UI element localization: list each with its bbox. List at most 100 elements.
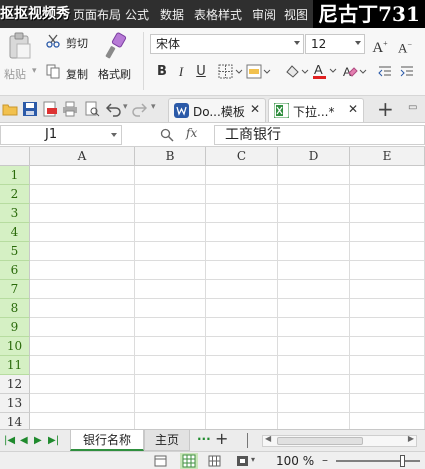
tab-label: Do...模板 bbox=[193, 105, 245, 119]
chevron-down-icon bbox=[355, 41, 361, 45]
tab-spreadsheet[interactable]: 下拉...* ✕ bbox=[268, 98, 364, 122]
row-header-3[interactable]: 3 bbox=[0, 204, 30, 223]
normal-view-icon[interactable] bbox=[154, 455, 167, 467]
shrink-font-button[interactable]: A− bbox=[396, 36, 414, 55]
grid-line bbox=[30, 279, 425, 280]
undo-icon[interactable] bbox=[106, 101, 122, 117]
row-header-6[interactable]: 6 bbox=[0, 261, 30, 280]
column-header-b[interactable]: B bbox=[135, 147, 206, 166]
increase-indent-icon[interactable] bbox=[400, 65, 414, 79]
horizontal-scrollbar[interactable]: ◀ ▶ bbox=[262, 434, 417, 447]
close-icon[interactable]: ✕ bbox=[348, 102, 358, 116]
column-header-c[interactable]: C bbox=[206, 147, 278, 166]
font-name-select[interactable]: 宋体 bbox=[150, 34, 304, 54]
merge-cells-icon[interactable] bbox=[246, 64, 272, 80]
sheet-tabs-bar: |◀ ◀ ▶ ▶| 银行名称 主页 ··· + ◀ ▶ bbox=[0, 429, 425, 451]
format-painter-button[interactable]: 格式刷 bbox=[98, 66, 131, 82]
zoom-level[interactable]: 100 % bbox=[276, 454, 314, 468]
cell-reference: J1 bbox=[45, 127, 58, 142]
menu-view[interactable]: 视图 bbox=[284, 6, 308, 23]
sheet-tab-home[interactable]: 主页 bbox=[144, 430, 190, 451]
column-header-d[interactable]: D bbox=[278, 147, 350, 166]
row-header-11[interactable]: 11 bbox=[0, 356, 30, 375]
row-header-2[interactable]: 2 bbox=[0, 185, 30, 204]
bold-button[interactable]: B bbox=[153, 63, 171, 81]
formula-input[interactable]: 工商银行 bbox=[214, 125, 425, 145]
italic-button[interactable]: I bbox=[172, 63, 190, 81]
paste-dropdown-icon[interactable]: ▾ bbox=[32, 66, 37, 76]
row-header-13[interactable]: 13 bbox=[0, 394, 30, 413]
prev-sheet-icon[interactable]: ◀ bbox=[20, 435, 28, 446]
copy-button[interactable]: 复制 bbox=[66, 66, 88, 82]
borders-icon[interactable] bbox=[218, 64, 244, 80]
tab-splitter[interactable] bbox=[247, 433, 248, 448]
row-header-9[interactable]: 9 bbox=[0, 318, 30, 337]
grid-line bbox=[30, 222, 425, 223]
menu-data[interactable]: 数据 bbox=[160, 6, 184, 23]
scroll-right-icon[interactable]: ▶ bbox=[408, 434, 414, 443]
menu-review[interactable]: 审阅 bbox=[252, 6, 276, 23]
tab-document-template[interactable]: Do...模板 ✕ bbox=[168, 98, 266, 122]
print-preview-icon[interactable] bbox=[84, 101, 100, 117]
font-size-select[interactable]: 12 bbox=[305, 34, 365, 54]
view-dropdown-icon[interactable]: ▾ bbox=[251, 455, 255, 464]
first-sheet-icon[interactable]: |◀ bbox=[4, 435, 15, 446]
undo-dropdown-icon[interactable]: ▾ bbox=[123, 102, 128, 112]
formula-bar: J1 fx 工商银行 bbox=[0, 123, 425, 147]
menu-page-layout[interactable]: 页面布局 bbox=[73, 6, 121, 23]
page-layout-view-icon[interactable] bbox=[208, 455, 221, 467]
cut-button[interactable]: 剪切 bbox=[66, 35, 88, 51]
more-sheets-button[interactable]: ··· bbox=[197, 432, 211, 446]
tab-list-icon[interactable]: ▭ bbox=[408, 102, 417, 113]
quick-access-more-icon[interactable]: ▾ bbox=[151, 102, 156, 112]
row-header-1[interactable]: 1 bbox=[0, 166, 30, 185]
export-pdf-icon[interactable] bbox=[42, 101, 58, 117]
scroll-left-icon[interactable]: ◀ bbox=[265, 434, 271, 443]
grid-line bbox=[30, 336, 425, 337]
column-header-e[interactable]: E bbox=[350, 147, 425, 166]
row-header-8[interactable]: 8 bbox=[0, 299, 30, 318]
zoom-slider-thumb[interactable] bbox=[400, 455, 405, 467]
zoom-search-icon[interactable] bbox=[160, 128, 174, 142]
row-header-7[interactable]: 7 bbox=[0, 280, 30, 299]
close-icon[interactable]: ✕ bbox=[250, 102, 260, 116]
add-sheet-button[interactable]: + bbox=[215, 429, 228, 448]
fullscreen-view-icon[interactable] bbox=[236, 455, 249, 467]
scrollbar-thumb[interactable] bbox=[277, 437, 363, 445]
menu-table-style[interactable]: 表格样式 bbox=[194, 6, 242, 23]
redo-icon[interactable] bbox=[131, 101, 147, 117]
page-break-view-icon[interactable] bbox=[180, 453, 198, 469]
font-color-icon[interactable]: A bbox=[312, 62, 338, 81]
paste-icon[interactable] bbox=[8, 32, 32, 60]
status-bar: ▾ 100 % – bbox=[0, 451, 425, 469]
open-folder-icon[interactable] bbox=[2, 101, 18, 117]
clear-format-icon[interactable]: A bbox=[342, 64, 368, 80]
row-header-4[interactable]: 4 bbox=[0, 223, 30, 242]
zoom-slider-track[interactable] bbox=[336, 460, 420, 462]
last-sheet-icon[interactable]: ▶| bbox=[48, 435, 59, 446]
fill-color-icon[interactable] bbox=[284, 64, 310, 80]
zoom-out-button[interactable]: – bbox=[322, 453, 328, 467]
next-sheet-icon[interactable]: ▶ bbox=[34, 435, 42, 446]
column-header-a[interactable]: A bbox=[30, 147, 135, 166]
new-tab-button[interactable]: + bbox=[377, 97, 394, 121]
svg-text:A: A bbox=[314, 62, 323, 77]
ribbon-separator bbox=[143, 32, 144, 90]
grow-font-button[interactable]: A+ bbox=[371, 35, 389, 56]
format-painter-icon[interactable] bbox=[104, 32, 128, 60]
select-all-corner[interactable] bbox=[0, 147, 30, 166]
row-header-12[interactable]: 12 bbox=[0, 375, 30, 394]
insert-function-button[interactable]: fx bbox=[186, 126, 197, 140]
row-header-14[interactable]: 14 bbox=[0, 413, 30, 429]
worksheet-grid[interactable]: A B C D E 1 2 3 4 5 6 7 8 9 10 11 12 13 … bbox=[0, 147, 425, 429]
row-header-10[interactable]: 10 bbox=[0, 337, 30, 356]
print-icon[interactable] bbox=[62, 101, 78, 117]
decrease-indent-icon[interactable] bbox=[378, 65, 392, 79]
menu-formulas[interactable]: 公式 bbox=[125, 6, 149, 23]
paste-button[interactable]: 粘贴 bbox=[4, 66, 26, 82]
sheet-tab-bank-name[interactable]: 银行名称 bbox=[70, 430, 144, 451]
row-header-5[interactable]: 5 bbox=[0, 242, 30, 261]
save-icon[interactable] bbox=[22, 101, 38, 117]
underline-button[interactable]: U bbox=[192, 63, 210, 81]
name-box[interactable]: J1 bbox=[0, 125, 122, 145]
